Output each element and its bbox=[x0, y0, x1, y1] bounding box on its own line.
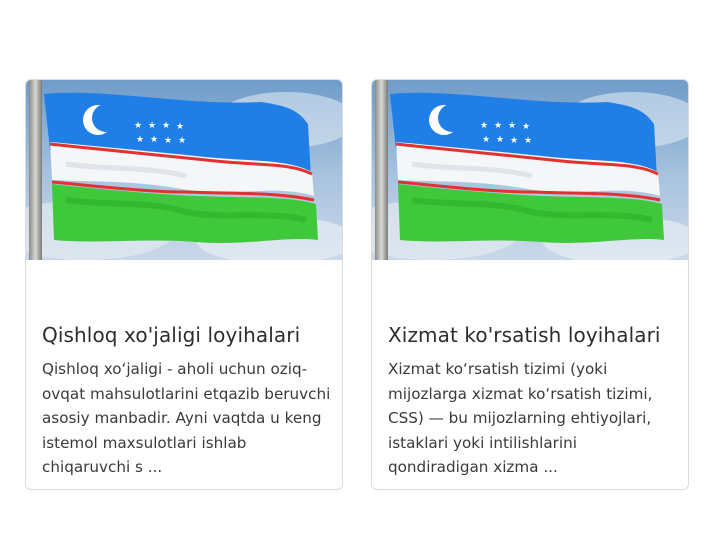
svg-text:★: ★ bbox=[136, 135, 144, 145]
uzbekistan-flag-image[interactable]: ★ ★ ★ ★ ★ ★ ★ ★ bbox=[372, 80, 689, 260]
uzbekistan-flag-image[interactable]: ★ ★ ★ ★ ★ ★ ★ ★ bbox=[26, 80, 343, 260]
card-excerpt: Xizmat koʻrsatish tizimi (yoki mijozlarg… bbox=[388, 360, 653, 476]
svg-text:★: ★ bbox=[164, 136, 172, 146]
svg-text:★: ★ bbox=[510, 136, 518, 146]
project-card-services[interactable]: ★ ★ ★ ★ ★ ★ ★ ★ Xizmat ko'rsatish loyihalari X… bbox=[371, 79, 689, 490]
svg-text:★: ★ bbox=[480, 121, 488, 131]
card-excerpt: Qishloq xoʻjaligi - aholi uchun oziq-ovq… bbox=[42, 360, 331, 476]
card-title[interactable]: Qishloq xo'jaligi loyihalari bbox=[42, 323, 332, 347]
svg-text:★: ★ bbox=[496, 135, 504, 145]
svg-text:★: ★ bbox=[508, 121, 516, 131]
project-card-agriculture[interactable]: ★ ★ ★ ★ ★ ★ ★ ★ Qishloq xo'jaligi loyihalari Q… bbox=[25, 79, 343, 490]
project-cards: ★ ★ ★ ★ ★ ★ ★ ★ Qishloq xo'jaligi loyihalari Q… bbox=[0, 0, 718, 545]
svg-text:★: ★ bbox=[134, 121, 142, 131]
svg-text:★: ★ bbox=[524, 136, 532, 146]
svg-text:★: ★ bbox=[494, 121, 502, 131]
svg-text:★: ★ bbox=[148, 121, 156, 131]
svg-text:★: ★ bbox=[178, 136, 186, 146]
svg-text:★: ★ bbox=[522, 122, 530, 132]
svg-text:★: ★ bbox=[150, 135, 158, 145]
svg-text:★: ★ bbox=[162, 121, 170, 131]
svg-text:★: ★ bbox=[482, 135, 490, 145]
svg-text:★: ★ bbox=[176, 122, 184, 132]
card-title[interactable]: Xizmat ko'rsatish loyihalari bbox=[388, 323, 678, 347]
